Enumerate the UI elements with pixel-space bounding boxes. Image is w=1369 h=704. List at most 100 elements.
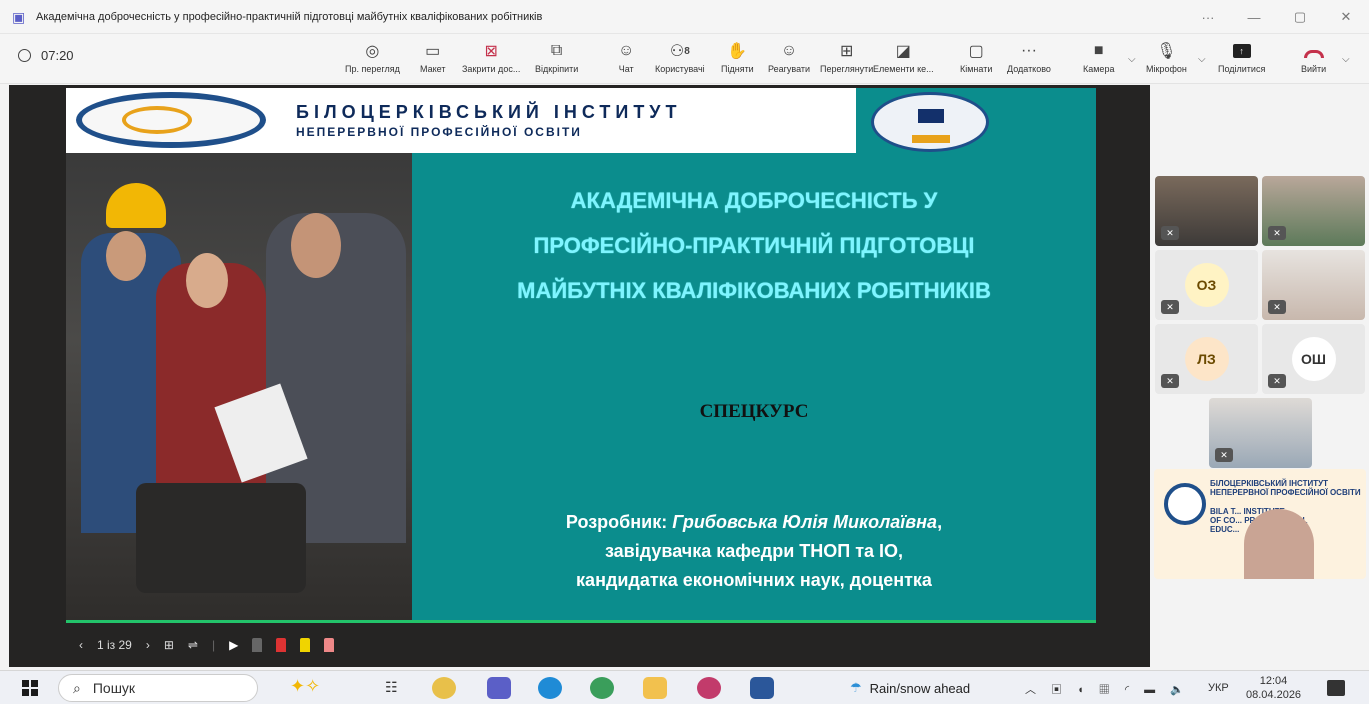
unpin-icon: ⧉: [550, 42, 563, 59]
window-title: Академічна доброчесність у професійно-пр…: [36, 10, 543, 23]
file-explorer-icon[interactable]: [643, 677, 667, 699]
more-options-button[interactable]: ···: [1185, 0, 1231, 34]
participant-tile[interactable]: ✕: [1262, 250, 1365, 320]
laser-pen-icon[interactable]: [252, 638, 263, 652]
institute-logo: [1164, 483, 1206, 525]
taskbar-search[interactable]: ⌕ Пошук: [58, 674, 258, 702]
author-name: Грибовська Юлія Миколаївна: [672, 512, 938, 532]
meeting-toolbar: 07:20 ◎ Пр. перегляд ▭ Макет ⊠ Закрити д…: [0, 34, 1369, 84]
windows-start-icon[interactable]: [22, 680, 38, 696]
minimize-button[interactable]: —: [1231, 0, 1277, 34]
leave-button[interactable]: Вийти: [1301, 40, 1326, 74]
course-label: СПЕЦКУРС: [699, 401, 809, 422]
eraser-icon[interactable]: [324, 638, 335, 652]
institute-logo: [76, 92, 266, 148]
elapsed-time: 07:20: [41, 48, 74, 63]
slide-page-indicator: 1 із 29: [97, 638, 132, 652]
mic-options-chevron-down-icon[interactable]: ⌵: [1198, 54, 1206, 65]
institute-name: БІЛОЦЕРКІВСЬКИЙ ІНСТИТУТ НЕПЕРЕРВНОЇ ПРО…: [296, 102, 682, 139]
author-block: Розробник: Грибовська Юлія Миколаївна, з…: [565, 512, 943, 590]
meeting-timer: 07:20: [18, 48, 74, 63]
participants-panel: ✕ ✕ ОЗ ✕ ✕ ЛЗ ✕ ОШ ✕ ✕: [1152, 85, 1369, 667]
apps-icon: ◪: [895, 43, 911, 60]
leave-options-chevron-down-icon[interactable]: ⌵: [1342, 54, 1350, 65]
mic-button[interactable]: 🎙 Мікрофон: [1146, 40, 1187, 74]
notifications-icon[interactable]: [1327, 680, 1345, 696]
muted-mic-icon: ✕: [1268, 226, 1286, 240]
presenter-banner-text: БІЛОЦЕРКІВСЬКИЙ ІНСТИТУТ НЕПЕРЕРВНОЇ ПРО…: [1210, 479, 1361, 497]
layout-button[interactable]: ▭ Макет: [420, 40, 445, 74]
unpin-button[interactable]: ⧉ Відкріпити: [535, 40, 578, 74]
participant-tile[interactable]: ✕: [1209, 398, 1312, 468]
close-window-button[interactable]: ✕: [1323, 0, 1369, 34]
avatar: ОЗ: [1184, 263, 1229, 307]
leave-icon: [1303, 50, 1324, 58]
raise-hand-button[interactable]: ✋ Підняти: [721, 40, 754, 74]
word-icon[interactable]: [750, 677, 774, 699]
mic-icon: 🎙: [1156, 43, 1177, 60]
chrome-profile-icon[interactable]: [590, 677, 614, 699]
muted-mic-icon: ✕: [1268, 374, 1286, 388]
system-tray-icons[interactable]: ︿ ▣ ◖ ▦ ◜ ▬ 🔈: [1025, 681, 1190, 697]
highlighter-icon[interactable]: [300, 638, 311, 652]
slide-controls: ‹ 1 із 29 › ⊞ ⇌ | ▶: [79, 632, 348, 658]
more-icon: ···: [1020, 42, 1037, 59]
close-share-icon: ⊠: [484, 43, 498, 60]
taskbar: ⌕ Пошук ✦✧ ☷ ☂ Rain/snow ahead ︿ ▣ ◖ ▦ ◜…: [0, 670, 1369, 704]
shared-content-stage: БІЛОЦЕРКІВСЬКИЙ ІНСТИТУТ НЕПЕРЕРВНОЇ ПРО…: [9, 85, 1150, 667]
grid-view-icon[interactable]: ⊞: [164, 638, 174, 652]
previous-slide-button[interactable]: ‹: [79, 638, 83, 652]
camera-options-chevron-down-icon[interactable]: ⌵: [1128, 54, 1136, 65]
recording-ring-icon: [18, 49, 31, 62]
people-count: 8: [684, 45, 690, 57]
more-button[interactable]: ··· Додатково: [1007, 40, 1051, 74]
muted-mic-icon: ✕: [1268, 300, 1286, 314]
search-icon: ⌕: [73, 679, 81, 696]
presentation-slide: БІЛОЦЕРКІВСЬКИЙ ІНСТИТУТ НЕПЕРЕРВНОЇ ПРО…: [66, 88, 1096, 620]
view-button[interactable]: ⊞ Переглянути: [820, 40, 873, 74]
participant-tile[interactable]: ЛЗ ✕: [1155, 324, 1258, 394]
chat-icon: ☺: [618, 42, 635, 59]
umbrella-icon: ☂: [850, 680, 862, 695]
share-button[interactable]: ↑ Поділитися: [1218, 40, 1265, 74]
rooms-button[interactable]: ▢ Кімнати: [960, 40, 992, 74]
copilot-sparkle-icon[interactable]: ✦✧: [290, 676, 320, 697]
title-bar: ▣ Академічна доброчесність у професійно-…: [0, 0, 1369, 34]
people-icon: ⚇ 8: [669, 43, 690, 60]
presenter-video-tile[interactable]: БІЛОЦЕРКІВСЬКИЙ ІНСТИТУТ НЕПЕРЕРВНОЇ ПРО…: [1154, 469, 1366, 579]
weather-widget[interactable]: ☂ Rain/snow ahead: [850, 680, 970, 696]
chat-button[interactable]: ☺ Чат: [618, 40, 634, 74]
chrome-icon[interactable]: [432, 677, 456, 699]
share-icon: ↑: [1232, 44, 1251, 58]
maximize-button[interactable]: ▢: [1277, 0, 1323, 34]
participant-tile[interactable]: ОШ ✕: [1262, 324, 1365, 394]
participant-tile[interactable]: ОЗ ✕: [1155, 250, 1258, 320]
preview-button[interactable]: ◎ Пр. перегляд: [345, 40, 400, 74]
input-language[interactable]: УКР: [1208, 682, 1229, 694]
people-button[interactable]: ⚇ 8 Користувачі: [655, 40, 705, 74]
app-icon[interactable]: [697, 677, 721, 699]
window-controls: ··· — ▢ ✕: [1185, 0, 1369, 34]
participant-tile[interactable]: ✕: [1262, 176, 1365, 246]
avatar: ЛЗ: [1184, 337, 1229, 381]
eye-icon: ◎: [365, 43, 380, 60]
task-view-icon[interactable]: ☷: [385, 679, 398, 696]
edge-icon[interactable]: [538, 677, 562, 699]
pointer-icon[interactable]: ▶: [229, 638, 238, 652]
institute-banner: БІЛОЦЕРКІВСЬКИЙ ІНСТИТУТ НЕПЕРЕРВНОЇ ПРО…: [66, 88, 856, 153]
muted-mic-icon: ✕: [1161, 300, 1179, 314]
react-button[interactable]: ☺ Реагувати: [768, 40, 810, 74]
clock[interactable]: 12:04 08.04.2026: [1246, 674, 1301, 702]
camera-button[interactable]: ■ Камера: [1083, 40, 1114, 74]
settings-sliders-icon[interactable]: ⇌: [188, 638, 198, 652]
apps-button[interactable]: ◪ Елементи ке...: [873, 40, 934, 74]
avatar: ОШ: [1291, 337, 1336, 381]
layout-icon: ▭: [425, 43, 441, 60]
muted-mic-icon: ✕: [1161, 374, 1179, 388]
participant-tile[interactable]: ✕: [1155, 176, 1258, 246]
red-pen-icon[interactable]: [276, 638, 287, 652]
stop-sharing-button[interactable]: ⊠ Закрити дос...: [462, 40, 520, 74]
presenter-video: [1244, 509, 1314, 579]
teams-icon[interactable]: [487, 677, 511, 699]
next-slide-button[interactable]: ›: [146, 638, 150, 652]
